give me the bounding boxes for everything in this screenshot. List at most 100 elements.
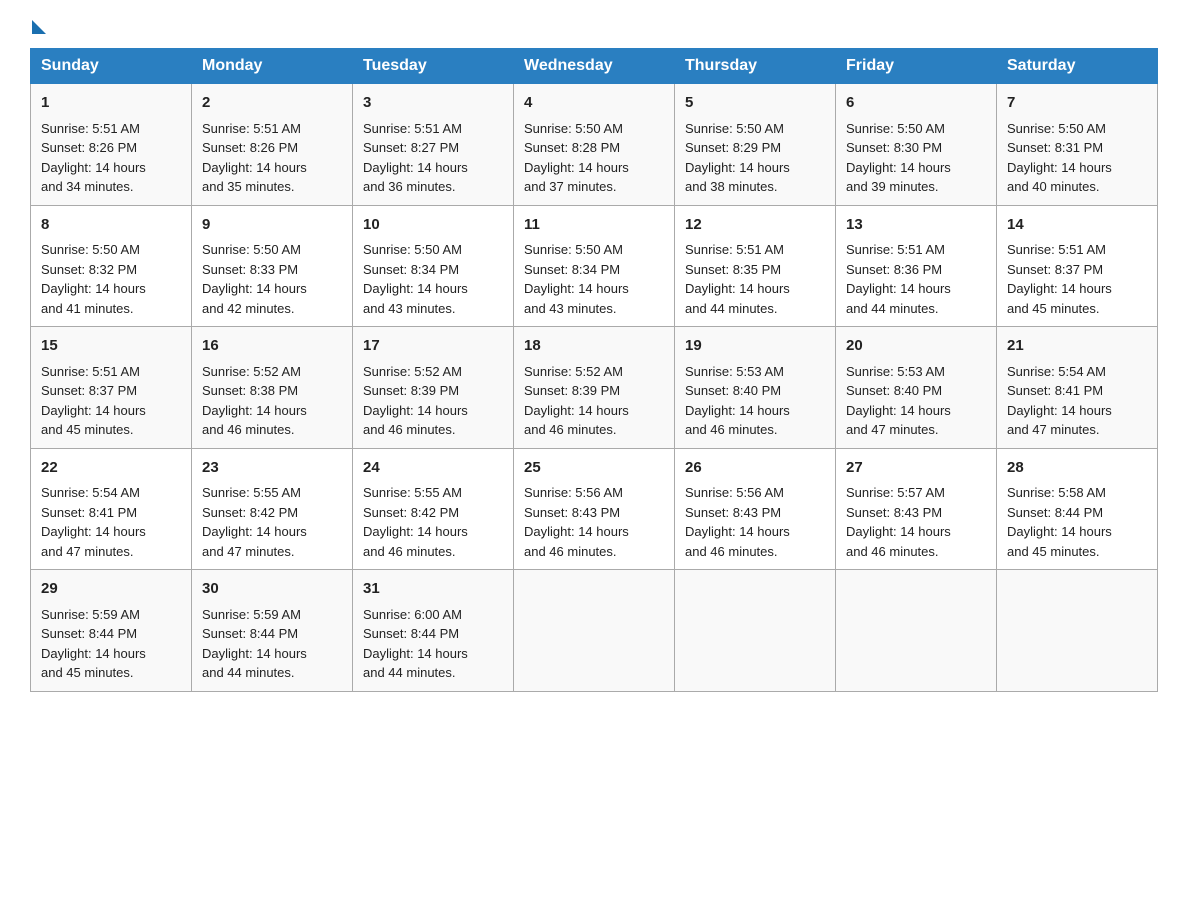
day-number: 13 (846, 214, 986, 237)
day-number: 25 (524, 457, 664, 480)
day-info: Sunrise: 5:51 AMSunset: 8:36 PMDaylight:… (846, 242, 951, 316)
header (30, 20, 1158, 30)
weekday-header-friday: Friday (836, 49, 997, 84)
day-info: Sunrise: 5:56 AMSunset: 8:43 PMDaylight:… (685, 485, 790, 559)
day-info: Sunrise: 5:55 AMSunset: 8:42 PMDaylight:… (202, 485, 307, 559)
day-number: 5 (685, 92, 825, 115)
day-info: Sunrise: 5:50 AMSunset: 8:33 PMDaylight:… (202, 242, 307, 316)
calendar-cell: 15 Sunrise: 5:51 AMSunset: 8:37 PMDaylig… (31, 327, 192, 449)
day-info: Sunrise: 5:51 AMSunset: 8:37 PMDaylight:… (1007, 242, 1112, 316)
day-number: 30 (202, 578, 342, 601)
calendar-cell: 18 Sunrise: 5:52 AMSunset: 8:39 PMDaylig… (514, 327, 675, 449)
calendar-cell: 5 Sunrise: 5:50 AMSunset: 8:29 PMDayligh… (675, 84, 836, 206)
day-number: 31 (363, 578, 503, 601)
weekday-header-row: SundayMondayTuesdayWednesdayThursdayFrid… (31, 49, 1158, 84)
day-number: 19 (685, 335, 825, 358)
calendar-cell: 4 Sunrise: 5:50 AMSunset: 8:28 PMDayligh… (514, 84, 675, 206)
calendar-cell: 16 Sunrise: 5:52 AMSunset: 8:38 PMDaylig… (192, 327, 353, 449)
logo-triangle-icon (32, 20, 46, 34)
calendar-cell: 19 Sunrise: 5:53 AMSunset: 8:40 PMDaylig… (675, 327, 836, 449)
day-info: Sunrise: 5:55 AMSunset: 8:42 PMDaylight:… (363, 485, 468, 559)
calendar-cell: 26 Sunrise: 5:56 AMSunset: 8:43 PMDaylig… (675, 448, 836, 570)
day-number: 21 (1007, 335, 1147, 358)
calendar-cell: 20 Sunrise: 5:53 AMSunset: 8:40 PMDaylig… (836, 327, 997, 449)
day-info: Sunrise: 5:50 AMSunset: 8:28 PMDaylight:… (524, 121, 629, 195)
calendar-cell: 27 Sunrise: 5:57 AMSunset: 8:43 PMDaylig… (836, 448, 997, 570)
day-info: Sunrise: 5:53 AMSunset: 8:40 PMDaylight:… (846, 364, 951, 438)
calendar-cell (997, 570, 1158, 692)
day-number: 6 (846, 92, 986, 115)
day-info: Sunrise: 5:50 AMSunset: 8:34 PMDaylight:… (524, 242, 629, 316)
day-info: Sunrise: 5:59 AMSunset: 8:44 PMDaylight:… (41, 607, 146, 681)
calendar-cell (675, 570, 836, 692)
calendar-cell: 6 Sunrise: 5:50 AMSunset: 8:30 PMDayligh… (836, 84, 997, 206)
day-number: 22 (41, 457, 181, 480)
day-info: Sunrise: 5:52 AMSunset: 8:39 PMDaylight:… (363, 364, 468, 438)
calendar-cell: 2 Sunrise: 5:51 AMSunset: 8:26 PMDayligh… (192, 84, 353, 206)
calendar-cell: 7 Sunrise: 5:50 AMSunset: 8:31 PMDayligh… (997, 84, 1158, 206)
day-info: Sunrise: 5:50 AMSunset: 8:32 PMDaylight:… (41, 242, 146, 316)
day-number: 17 (363, 335, 503, 358)
weekday-header-monday: Monday (192, 49, 353, 84)
day-number: 9 (202, 214, 342, 237)
calendar-week-row: 29 Sunrise: 5:59 AMSunset: 8:44 PMDaylig… (31, 570, 1158, 692)
day-info: Sunrise: 5:56 AMSunset: 8:43 PMDaylight:… (524, 485, 629, 559)
day-number: 4 (524, 92, 664, 115)
day-info: Sunrise: 5:54 AMSunset: 8:41 PMDaylight:… (41, 485, 146, 559)
calendar-week-row: 8 Sunrise: 5:50 AMSunset: 8:32 PMDayligh… (31, 205, 1158, 327)
day-info: Sunrise: 5:52 AMSunset: 8:38 PMDaylight:… (202, 364, 307, 438)
day-info: Sunrise: 6:00 AMSunset: 8:44 PMDaylight:… (363, 607, 468, 681)
day-number: 2 (202, 92, 342, 115)
calendar-cell: 21 Sunrise: 5:54 AMSunset: 8:41 PMDaylig… (997, 327, 1158, 449)
calendar-cell: 25 Sunrise: 5:56 AMSunset: 8:43 PMDaylig… (514, 448, 675, 570)
calendar-cell: 13 Sunrise: 5:51 AMSunset: 8:36 PMDaylig… (836, 205, 997, 327)
day-number: 14 (1007, 214, 1147, 237)
calendar-cell: 30 Sunrise: 5:59 AMSunset: 8:44 PMDaylig… (192, 570, 353, 692)
weekday-header-saturday: Saturday (997, 49, 1158, 84)
day-number: 15 (41, 335, 181, 358)
calendar-cell: 17 Sunrise: 5:52 AMSunset: 8:39 PMDaylig… (353, 327, 514, 449)
day-info: Sunrise: 5:51 AMSunset: 8:35 PMDaylight:… (685, 242, 790, 316)
day-number: 11 (524, 214, 664, 237)
day-info: Sunrise: 5:51 AMSunset: 8:27 PMDaylight:… (363, 121, 468, 195)
calendar-cell: 29 Sunrise: 5:59 AMSunset: 8:44 PMDaylig… (31, 570, 192, 692)
day-number: 1 (41, 92, 181, 115)
day-info: Sunrise: 5:51 AMSunset: 8:37 PMDaylight:… (41, 364, 146, 438)
day-number: 20 (846, 335, 986, 358)
weekday-header-tuesday: Tuesday (353, 49, 514, 84)
calendar-cell: 28 Sunrise: 5:58 AMSunset: 8:44 PMDaylig… (997, 448, 1158, 570)
calendar-cell: 9 Sunrise: 5:50 AMSunset: 8:33 PMDayligh… (192, 205, 353, 327)
day-number: 3 (363, 92, 503, 115)
calendar-cell (514, 570, 675, 692)
calendar-week-row: 22 Sunrise: 5:54 AMSunset: 8:41 PMDaylig… (31, 448, 1158, 570)
day-info: Sunrise: 5:59 AMSunset: 8:44 PMDaylight:… (202, 607, 307, 681)
day-info: Sunrise: 5:50 AMSunset: 8:30 PMDaylight:… (846, 121, 951, 195)
calendar-cell: 12 Sunrise: 5:51 AMSunset: 8:35 PMDaylig… (675, 205, 836, 327)
calendar-cell: 1 Sunrise: 5:51 AMSunset: 8:26 PMDayligh… (31, 84, 192, 206)
logo (30, 20, 48, 30)
day-number: 29 (41, 578, 181, 601)
calendar-week-row: 1 Sunrise: 5:51 AMSunset: 8:26 PMDayligh… (31, 84, 1158, 206)
calendar-cell (836, 570, 997, 692)
day-number: 26 (685, 457, 825, 480)
day-info: Sunrise: 5:50 AMSunset: 8:34 PMDaylight:… (363, 242, 468, 316)
day-number: 18 (524, 335, 664, 358)
calendar-cell: 24 Sunrise: 5:55 AMSunset: 8:42 PMDaylig… (353, 448, 514, 570)
day-number: 12 (685, 214, 825, 237)
calendar-cell: 11 Sunrise: 5:50 AMSunset: 8:34 PMDaylig… (514, 205, 675, 327)
day-number: 23 (202, 457, 342, 480)
day-number: 24 (363, 457, 503, 480)
weekday-header-wednesday: Wednesday (514, 49, 675, 84)
weekday-header-sunday: Sunday (31, 49, 192, 84)
calendar-table: SundayMondayTuesdayWednesdayThursdayFrid… (30, 48, 1158, 692)
day-info: Sunrise: 5:52 AMSunset: 8:39 PMDaylight:… (524, 364, 629, 438)
calendar-cell: 14 Sunrise: 5:51 AMSunset: 8:37 PMDaylig… (997, 205, 1158, 327)
calendar-cell: 10 Sunrise: 5:50 AMSunset: 8:34 PMDaylig… (353, 205, 514, 327)
day-info: Sunrise: 5:51 AMSunset: 8:26 PMDaylight:… (202, 121, 307, 195)
day-number: 10 (363, 214, 503, 237)
calendar-week-row: 15 Sunrise: 5:51 AMSunset: 8:37 PMDaylig… (31, 327, 1158, 449)
calendar-cell: 23 Sunrise: 5:55 AMSunset: 8:42 PMDaylig… (192, 448, 353, 570)
day-number: 7 (1007, 92, 1147, 115)
calendar-cell: 8 Sunrise: 5:50 AMSunset: 8:32 PMDayligh… (31, 205, 192, 327)
day-number: 28 (1007, 457, 1147, 480)
